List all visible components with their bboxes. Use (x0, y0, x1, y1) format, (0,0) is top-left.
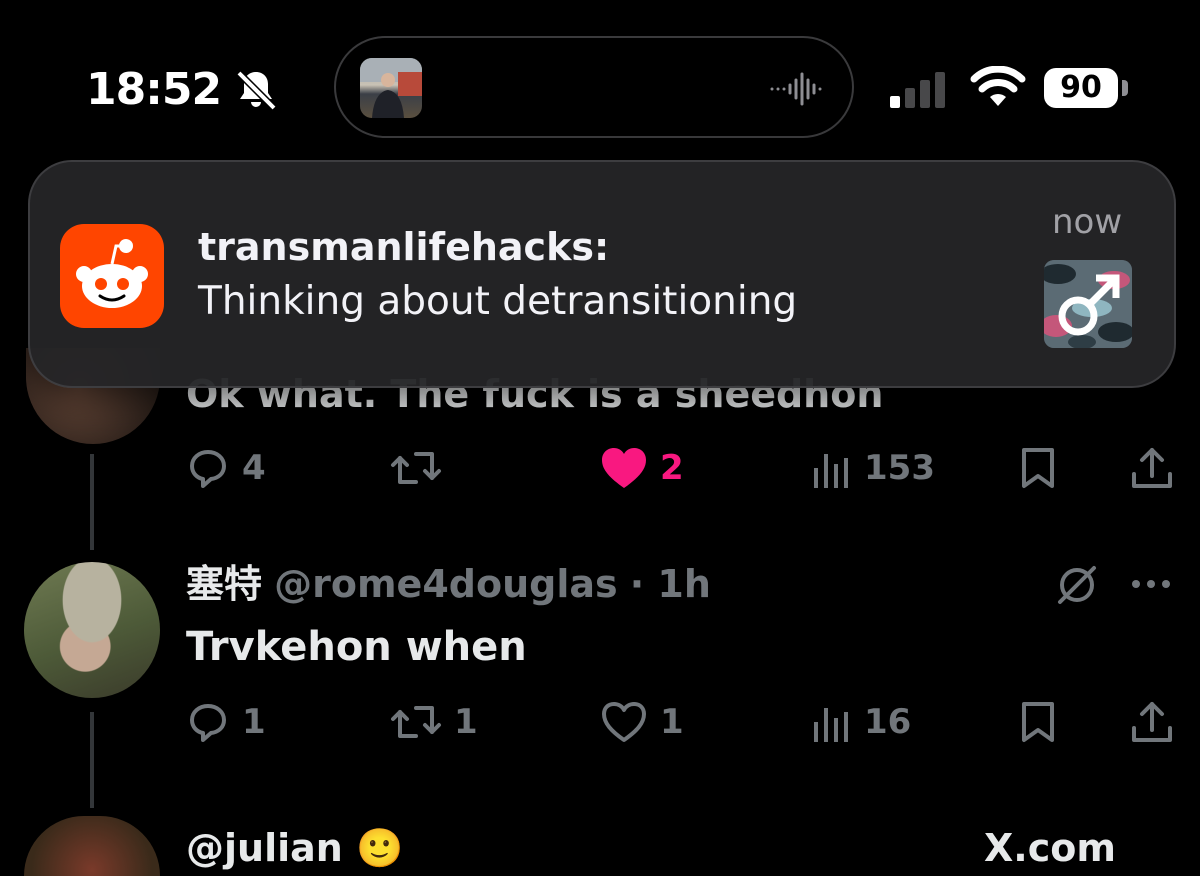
notification-thumbnail (1044, 260, 1132, 348)
avatar[interactable] (24, 562, 160, 698)
user-handle[interactable]: @rome4douglas (274, 562, 618, 606)
display-name[interactable]: @julian 🙂 (186, 826, 403, 870)
views-icon (814, 708, 848, 742)
battery-tip (1122, 80, 1128, 96)
reddit-icon (60, 224, 164, 328)
grok-icon[interactable] (1054, 562, 1100, 608)
cellular-signal-icon (890, 72, 945, 108)
heart-filled-icon (602, 448, 646, 488)
like-button[interactable]: 1 (600, 700, 684, 744)
like-count: 1 (660, 702, 684, 742)
thread-line (90, 712, 94, 808)
display-name[interactable]: 塞特 (186, 562, 262, 606)
retweet-count: 1 (454, 702, 478, 742)
views-count: 16 (864, 702, 912, 742)
notification-body: Thinking about detransitioning (198, 279, 798, 324)
share-button[interactable] (1130, 700, 1174, 744)
avatar[interactable] (24, 816, 160, 876)
status-time: 18:52 (86, 64, 222, 115)
reply-icon (190, 450, 226, 488)
male-symbol-icon (1044, 260, 1132, 348)
bookmark-button[interactable] (1018, 446, 1058, 490)
notification-time: now (1052, 202, 1123, 242)
tweet-time[interactable]: · 1h (630, 562, 711, 606)
silent-bell-icon (236, 70, 277, 111)
views-button[interactable]: 153 (812, 446, 935, 490)
views-count: 153 (864, 448, 935, 488)
share-button[interactable] (1130, 446, 1174, 490)
like-count: 2 (660, 448, 684, 488)
tweet-actions: 4 2 153 (186, 446, 1176, 490)
audio-waveform-icon (770, 72, 822, 106)
wifi-icon (970, 66, 1026, 106)
retweet-icon (391, 452, 441, 484)
reply-button[interactable]: 4 (186, 446, 266, 490)
share-icon (1132, 702, 1172, 742)
share-icon (1132, 448, 1172, 488)
thread-line (90, 454, 94, 550)
reply-icon (190, 704, 226, 742)
reply-count: 1 (242, 702, 266, 742)
tweet-actions: 1 1 1 16 (186, 700, 1176, 744)
bookmark-icon (1022, 448, 1054, 488)
like-button[interactable]: 2 (600, 446, 684, 490)
retweet-button[interactable]: 1 (390, 700, 478, 744)
link-domain[interactable]: X.com (984, 826, 1116, 870)
notification-title: transmanlifehacks: (198, 225, 610, 269)
tweet-text: Trvkehon when (186, 624, 527, 670)
heart-icon (602, 702, 646, 742)
reply-button[interactable]: 1 (186, 700, 266, 744)
more-options-icon[interactable] (1130, 574, 1172, 594)
battery-level: 90 (1044, 68, 1118, 108)
retweet-button[interactable] (390, 446, 454, 490)
notification-banner[interactable] (28, 160, 1176, 388)
bookmark-icon (1022, 702, 1054, 742)
now-playing-thumbnail[interactable] (360, 58, 422, 118)
views-icon (814, 454, 848, 488)
bookmark-button[interactable] (1018, 700, 1058, 744)
retweet-icon (391, 706, 441, 738)
views-button[interactable]: 16 (812, 700, 911, 744)
tweet-header: 塞特 @rome4douglas · 1h (186, 562, 711, 606)
reply-count: 4 (242, 448, 266, 488)
